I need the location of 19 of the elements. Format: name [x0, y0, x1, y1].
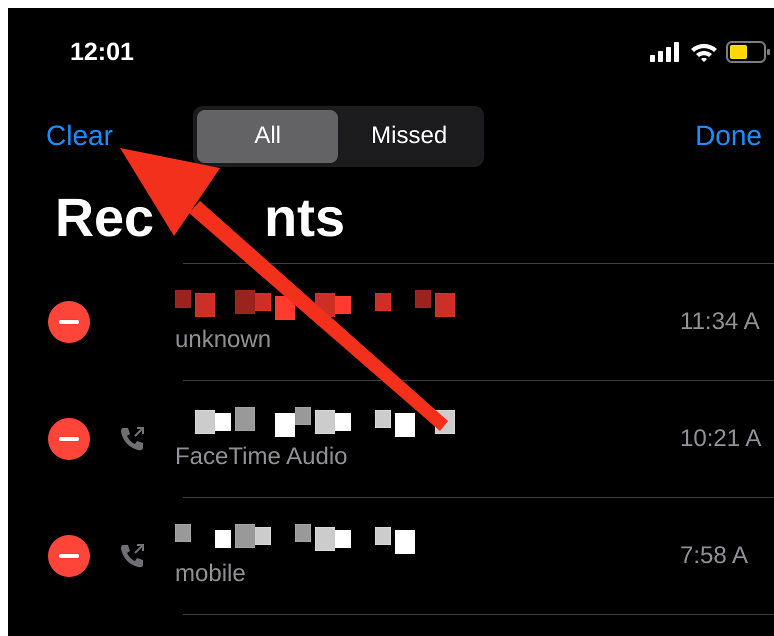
delete-icon[interactable]	[48, 535, 90, 577]
call-time: 10:21 A	[680, 425, 762, 453]
title-fragment: Rec	[55, 187, 154, 250]
delete-icon[interactable]	[48, 418, 90, 460]
wifi-icon	[690, 42, 718, 62]
delete-icon[interactable]	[48, 301, 90, 343]
signal-icon	[650, 42, 682, 62]
call-time: 7:58 A	[680, 542, 750, 570]
call-type: unknown	[175, 326, 272, 354]
clock-time: 12:01	[70, 38, 134, 66]
clear-button[interactable]: Clear	[46, 116, 113, 156]
battery-icon	[726, 41, 770, 63]
filter-tab[interactable]: All	[196, 110, 338, 162]
filter-tab[interactable]: Missed	[338, 110, 480, 162]
title-fragment: nts	[264, 187, 346, 250]
call-type: FaceTime Audio	[175, 443, 349, 471]
call-type: mobile	[175, 560, 247, 588]
call-time: 11:34 A	[680, 308, 761, 336]
done-button[interactable]: Done	[695, 120, 762, 152]
